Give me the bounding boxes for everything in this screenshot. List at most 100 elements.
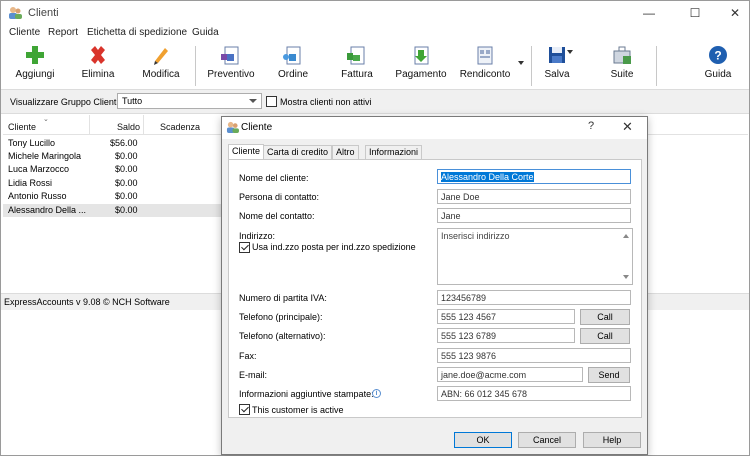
minimize-button[interactable]: — xyxy=(639,5,659,21)
ok-button[interactable]: OK xyxy=(454,432,512,448)
dialog-close-button[interactable]: ✕ xyxy=(622,119,633,135)
quote-label: Preventivo xyxy=(207,69,255,80)
help-question-icon: ? xyxy=(709,46,727,64)
scroll-down-arrow-icon[interactable] xyxy=(623,275,629,279)
fax-label: Fax: xyxy=(239,351,257,361)
column-separator[interactable] xyxy=(89,115,90,135)
phone-alt-field[interactable]: 555 123 6789 xyxy=(437,328,575,343)
column-header-cliente[interactable]: Cliente xyxy=(8,122,36,132)
menu-report[interactable]: Report xyxy=(48,27,78,38)
order-button[interactable]: Ordine xyxy=(273,44,313,86)
tab-informazioni[interactable]: Informazioni xyxy=(365,145,423,159)
contact-person-field[interactable]: Jane Doe xyxy=(437,189,631,204)
close-button[interactable]: ✕ xyxy=(725,5,745,21)
delete-button[interactable]: Elimina xyxy=(75,44,121,86)
table-row[interactable]: Tony Lucillo $56.00 xyxy=(3,137,223,150)
toolbar: Aggiungi Elimina Modifica Preventivo Ord… xyxy=(1,42,749,90)
email-field[interactable]: jane.doe@acme.com xyxy=(437,367,583,382)
row-client-name: Antonio Russo xyxy=(8,191,67,201)
info-icon[interactable]: i xyxy=(372,389,381,398)
payment-button[interactable]: Pagamento xyxy=(395,44,447,86)
use-mail-address-checkbox[interactable] xyxy=(239,242,250,253)
client-name-value: Alessandro Della Corte xyxy=(441,172,534,182)
row-client-name: Alessandro Della ... xyxy=(8,205,87,215)
invoice-document-icon xyxy=(347,46,365,65)
column-header-scadenza[interactable]: Scadenza xyxy=(160,122,200,132)
client-tab-panel: Nome del cliente: Alessandro Della Corte… xyxy=(228,159,642,418)
menu-guida[interactable]: Guida xyxy=(192,27,219,38)
phone-main-label: Telefono (principale): xyxy=(239,312,323,322)
extra-info-field[interactable]: ABN: 66 012 345 678 xyxy=(437,386,631,401)
address-placeholder: Inserisci indirizzo xyxy=(441,231,510,241)
client-dialog-icon xyxy=(226,121,239,133)
customer-active-checkbox[interactable] xyxy=(239,404,250,415)
toolbar-separator xyxy=(531,46,532,86)
client-group-select[interactable]: Tutto xyxy=(117,93,262,109)
client-group-label: Visualizzare Gruppo Clienti: xyxy=(10,97,121,107)
row-balance: $0.00 xyxy=(115,205,138,215)
edit-label: Modifica xyxy=(142,69,180,80)
save-label: Salva xyxy=(544,69,570,80)
table-row-selected[interactable]: Alessandro Della ... $0.00 xyxy=(3,204,223,217)
suite-button[interactable]: Suite xyxy=(605,44,639,86)
dialog-help-button[interactable]: ? xyxy=(588,120,594,132)
menu-cliente[interactable]: Cliente xyxy=(9,27,40,38)
statement-document-icon xyxy=(477,46,493,65)
order-document-icon xyxy=(283,46,301,65)
fax-field[interactable]: 555 123 9876 xyxy=(437,348,631,363)
toolbar-separator xyxy=(656,46,657,86)
help-label: Guida xyxy=(704,69,732,80)
row-balance: $0.00 xyxy=(115,151,138,161)
save-dropdown-arrow-icon[interactable] xyxy=(567,50,573,54)
table-row[interactable]: Lidia Rossi $0.00 xyxy=(3,177,223,190)
scroll-up-arrow-icon[interactable] xyxy=(623,234,629,238)
tab-cliente[interactable]: Cliente xyxy=(228,144,265,159)
filter-bar: Visualizzare Gruppo Clienti: Tutto Mostr… xyxy=(1,90,749,114)
customer-active-label: This customer is active xyxy=(252,405,344,415)
table-row[interactable]: Michele Maringola $0.00 xyxy=(3,150,223,163)
client-name-label: Nome del cliente: xyxy=(239,173,309,183)
statement-dropdown-arrow-icon[interactable] xyxy=(518,61,524,65)
column-header-saldo[interactable]: Saldo xyxy=(117,122,140,132)
statement-label: Rendiconto xyxy=(459,69,511,80)
client-name-field[interactable]: Alessandro Della Corte xyxy=(437,169,631,184)
contact-name-field[interactable]: Jane xyxy=(437,208,631,223)
toolbar-separator xyxy=(195,46,196,86)
tab-carta-di-credito[interactable]: Carta di credito xyxy=(263,145,333,159)
clients-app-icon xyxy=(9,7,22,19)
edit-button[interactable]: Modifica xyxy=(137,44,185,86)
tab-altro[interactable]: Altro xyxy=(332,145,359,159)
chevron-down-icon xyxy=(249,99,257,103)
plus-icon xyxy=(26,46,44,64)
invoice-button[interactable]: Fattura xyxy=(337,44,377,86)
svg-text:?: ? xyxy=(714,49,721,63)
quote-button[interactable]: Preventivo xyxy=(205,44,257,86)
call-alt-button[interactable]: Call xyxy=(580,328,630,344)
menu-etichetta-spedizione[interactable]: Etichetta di spedizione xyxy=(87,27,187,38)
help-button[interactable]: ? Guida xyxy=(701,44,735,86)
row-client-name: Luca Marzocco xyxy=(8,164,70,174)
show-inactive-checkbox[interactable] xyxy=(266,96,277,107)
table-row[interactable]: Luca Marzocco $0.00 xyxy=(3,163,223,176)
help-dialog-button[interactable]: Help xyxy=(583,432,641,448)
maximize-button[interactable]: ☐ xyxy=(685,5,705,21)
call-main-button[interactable]: Call xyxy=(580,309,630,325)
quote-document-icon xyxy=(221,46,239,65)
menu-bar: Cliente Report Etichetta di spedizione G… xyxy=(1,25,749,42)
vat-number-field[interactable]: 123456789 xyxy=(437,290,631,305)
add-button[interactable]: Aggiungi xyxy=(9,44,61,86)
use-mail-address-label: Usa ind.zzo posta per ind.zzo spedizione xyxy=(252,242,416,252)
send-email-button[interactable]: Send xyxy=(588,367,630,383)
client-dialog: Cliente ? ✕ Cliente Carta di credito Alt… xyxy=(221,116,648,455)
suite-label: Suite xyxy=(610,69,634,80)
address-textarea[interactable]: Inserisci indirizzo xyxy=(437,228,633,285)
row-balance: $0.00 xyxy=(115,191,138,201)
column-separator[interactable] xyxy=(143,115,144,135)
statement-button[interactable]: Rendiconto xyxy=(459,44,511,86)
suite-toolbox-icon xyxy=(613,46,631,64)
row-client-name: Tony Lucillo xyxy=(8,138,56,148)
table-row[interactable]: Antonio Russo $0.00 xyxy=(3,190,223,203)
phone-main-field[interactable]: 555 123 4567 xyxy=(437,309,575,324)
cancel-button[interactable]: Cancel xyxy=(518,432,576,448)
payment-label: Pagamento xyxy=(395,69,447,80)
